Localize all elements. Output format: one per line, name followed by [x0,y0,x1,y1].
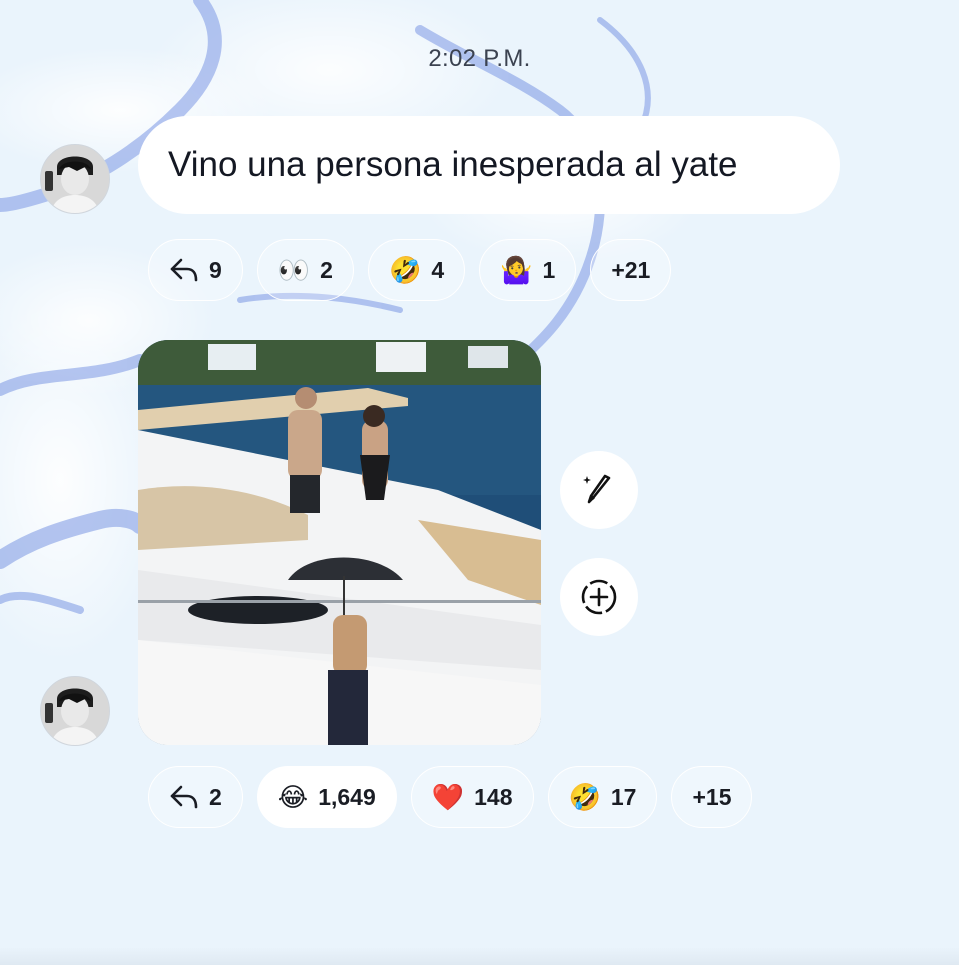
message-photo[interactable] [138,340,541,745]
message-bubble[interactable]: Vino una persona inesperada al yate [138,116,840,214]
eyes-emoji: 👀 [277,255,311,285]
reaction-count: 1 [542,256,556,283]
message-timestamp: 2:02 P.M. [428,45,531,72]
reaction-count: 4 [431,256,445,283]
reaction-count: 1,649 [318,783,376,810]
avatar-icon [41,677,109,745]
reaction-count: 2 [209,783,222,810]
reply-count-chip[interactable]: 9 [148,239,243,301]
reaction-chip-rolling-laughing[interactable]: 🤣 4 [367,239,466,301]
reaction-row: 2 😂 1,649 ❤️ 148 🤣 17 +15 [148,766,753,828]
edit-sparkle-icon [583,474,611,504]
edit-sparkle-button[interactable] [560,451,638,529]
reply-icon [170,258,198,282]
yacht-photo [138,340,541,745]
add-reaction-button[interactable] [560,558,638,636]
sender-avatar[interactable] [40,144,110,214]
reaction-count: 2 [320,256,333,283]
rolling-laughing-emoji: 🤣 [568,782,601,812]
reaction-count: +15 [692,783,732,810]
reaction-count: 148 [474,783,513,810]
reaction-chip-eyes[interactable]: 👀 2 [256,239,354,301]
reaction-chip-rolling-laughing[interactable]: 🤣 17 [547,766,658,828]
avatar-icon [41,145,109,213]
reaction-chip-shrug[interactable]: 🤷‍♀️ 1 [479,239,577,301]
rolling-laughing-emoji: 🤣 [388,255,422,285]
more-reactions-chip[interactable]: +15 [671,766,753,828]
person-shrugging-emoji: 🤷‍♀️ [500,255,533,285]
bottom-edge [0,948,959,965]
more-reactions-chip[interactable]: +21 [590,239,672,301]
red-heart-emoji: ❤️ [431,782,465,812]
reply-count-chip[interactable]: 2 [148,766,243,828]
reaction-count: 17 [610,783,637,810]
add-circle-icon [581,579,617,615]
reaction-count: 9 [209,256,222,283]
reaction-row: 9 👀 2 🤣 4 🤷‍♀️ 1 +21 [148,239,672,301]
reaction-chip-tears-of-joy[interactable]: 😂 1,649 [256,766,397,828]
reaction-chip-heart[interactable]: ❤️ 148 [410,766,534,828]
reply-icon [170,785,198,809]
sender-avatar[interactable] [40,676,110,746]
message-text: Vino una persona inesperada al yate [168,145,738,184]
reaction-count: +21 [611,256,651,283]
tears-of-joy-emoji: 😂 [277,782,309,812]
